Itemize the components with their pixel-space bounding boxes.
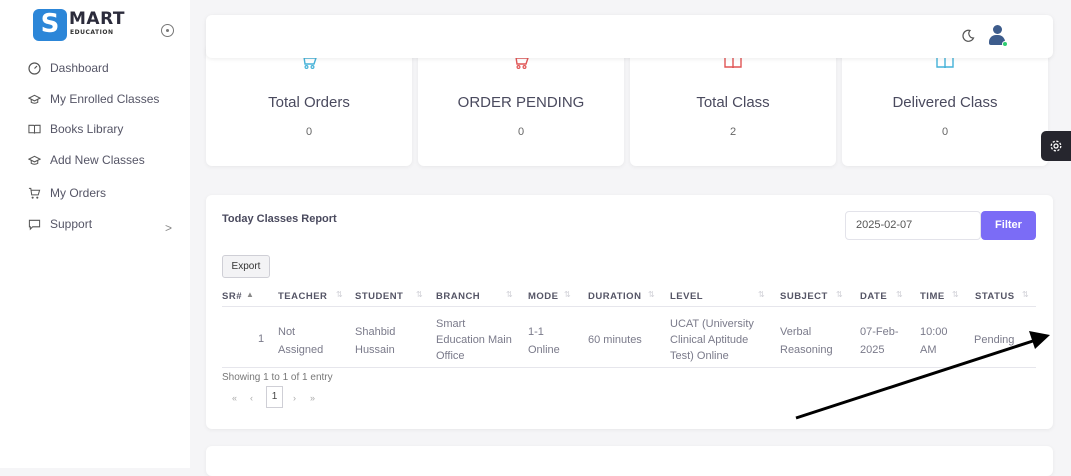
chat-icon	[28, 218, 41, 231]
stat-card-order-pending: ORDER PENDING 0	[418, 44, 624, 166]
stat-card-total-class: Total Class 2	[630, 44, 836, 166]
sort-icon: ⇅	[896, 290, 903, 299]
cell-mode: 1-1 Online	[528, 326, 560, 356]
column-header-mode[interactable]: MODE	[528, 291, 559, 302]
dashboard-icon	[28, 61, 41, 75]
user-avatar-icon[interactable]	[989, 25, 1008, 47]
bottom-card	[206, 446, 1053, 476]
sidebar-item-my-orders[interactable]: My Orders	[28, 183, 106, 203]
page-current-button[interactable]: 1	[266, 386, 283, 408]
column-header-subject[interactable]: SUBJECT	[780, 291, 828, 302]
brand-tagline: EDUCATION	[70, 29, 114, 36]
sidebar-item-enrolled-classes[interactable]: My Enrolled Classes	[28, 89, 159, 109]
sidebar-item-label: Add New Classes	[50, 153, 145, 167]
sidebar-item-support[interactable]: Support	[28, 214, 92, 234]
cell-duration: 60 minutes	[588, 334, 642, 346]
sidebar-item-dashboard[interactable]: Dashboard	[28, 58, 109, 78]
sidebar-item-books-library[interactable]: Books Library	[28, 119, 123, 139]
table-header-divider	[222, 306, 1036, 307]
export-button[interactable]: Export	[222, 255, 270, 278]
sidebar-item-label: My Orders	[50, 186, 107, 200]
graduation-cap-icon	[28, 93, 41, 106]
sidebar-item-label: Books Library	[50, 122, 124, 136]
sort-icon: ⇅	[564, 290, 571, 299]
brand-logo[interactable]: S MART EDUCATION	[33, 7, 153, 47]
sort-icon: ⇅	[648, 290, 655, 299]
stat-title: Total Class	[696, 94, 770, 111]
stat-value: 2	[729, 126, 737, 138]
sort-icon: ⇅	[506, 290, 513, 299]
cell-level: UCAT (University Clinical Aptitude Test) O…	[670, 318, 754, 362]
sort-icon: ⇅	[416, 290, 423, 299]
sidebar: S MART EDUCATION Dashboard My Enrolled C…	[0, 0, 190, 468]
chevron-right-icon[interactable]: >	[165, 221, 172, 235]
cell-subject: Verbal Reasoning	[780, 326, 833, 356]
cell-date: 07-Feb- 2025	[860, 326, 899, 356]
cell-student: Shahbid Hussain	[355, 326, 396, 356]
brand-name: MART	[69, 9, 125, 29]
cell-time: 10:00 AM	[920, 326, 948, 356]
column-header-duration[interactable]: DURATION	[588, 291, 641, 302]
column-header-date[interactable]: DATE	[860, 291, 887, 302]
date-filter-input[interactable]: 2025-02-07	[845, 211, 981, 240]
page-last-button[interactable]: »	[310, 388, 315, 408]
sort-icon: ⇅	[952, 290, 959, 299]
column-header-level[interactable]: LEVEL	[670, 291, 703, 302]
column-header-time[interactable]: TIME	[920, 291, 945, 302]
book-icon	[28, 123, 41, 136]
moon-icon[interactable]	[961, 29, 975, 43]
sidebar-item-label: Dashboard	[50, 61, 109, 75]
sidebar-collapse-icon[interactable]	[161, 24, 174, 37]
cell-sr: 1	[258, 333, 265, 345]
report-title: Today Classes Report	[222, 213, 337, 225]
table-info: Showing 1 to 1 of 1 entry	[222, 372, 333, 383]
sort-asc-icon: ▲	[246, 290, 254, 299]
column-header-student[interactable]: STUDENT	[355, 291, 403, 302]
column-header-teacher[interactable]: TEACHER	[278, 291, 327, 302]
sidebar-item-label: Support	[50, 217, 93, 231]
sort-icon: ⇅	[336, 290, 343, 299]
stat-title: ORDER PENDING	[457, 94, 585, 111]
gear-icon	[1050, 140, 1062, 152]
page-first-button[interactable]: «	[232, 388, 237, 408]
page-next-button[interactable]: ›	[293, 388, 296, 408]
sort-icon: ⇅	[1022, 290, 1029, 299]
sort-icon: ⇅	[836, 290, 843, 299]
stat-value: 0	[305, 126, 313, 138]
column-header-branch[interactable]: BRANCH	[436, 291, 480, 302]
page-prev-button[interactable]: ‹	[250, 388, 253, 408]
settings-fab[interactable]	[1041, 131, 1071, 161]
sidebar-item-add-new-classes[interactable]: Add New Classes	[28, 150, 145, 170]
stat-title: Total Orders	[268, 94, 350, 111]
today-classes-report: Today Classes Report 2025-02-07 Filter E…	[206, 195, 1053, 429]
table-row-divider	[222, 367, 1036, 368]
column-header-sr[interactable]: SR#	[222, 291, 242, 302]
top-navbar	[206, 15, 1053, 58]
cart-icon	[28, 187, 41, 200]
cell-status: Pending	[974, 334, 1015, 346]
column-header-status[interactable]: STATUS	[975, 291, 1015, 302]
cell-branch: Smart Education Main Office	[436, 318, 512, 362]
logo-mark: S	[33, 9, 67, 41]
sort-icon: ⇅	[758, 290, 765, 299]
cell-teacher: Not Assigned	[278, 326, 324, 356]
stat-title: Delivered Class	[892, 94, 998, 111]
stat-card-total-orders: Total Orders 0	[206, 44, 412, 166]
filter-button[interactable]: Filter	[981, 211, 1036, 240]
stat-value: 0	[941, 126, 949, 138]
stat-value: 0	[517, 126, 525, 138]
graduation-cap-icon	[28, 154, 41, 167]
sidebar-item-label: My Enrolled Classes	[50, 92, 160, 106]
stat-card-delivered-class: Delivered Class 0	[842, 44, 1048, 166]
